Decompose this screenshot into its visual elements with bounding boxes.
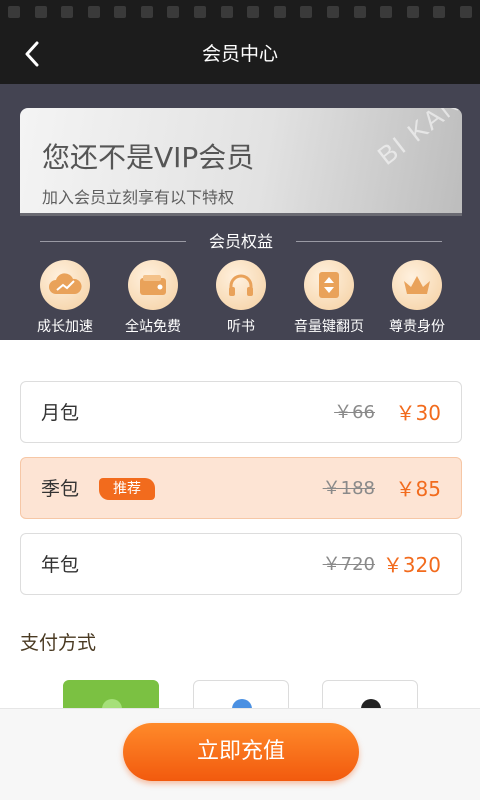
payment-method-title: 支付方式 bbox=[20, 632, 97, 654]
wechat-pay-option[interactable] bbox=[63, 680, 159, 710]
plan-price: ￥85 bbox=[395, 477, 441, 501]
benefit-label: 全站免费 bbox=[125, 319, 181, 335]
benefit-free[interactable]: 全站免费 bbox=[108, 260, 198, 336]
benefit-label: 成长加速 bbox=[37, 319, 93, 335]
benefit-label: 尊贵身份 bbox=[389, 319, 445, 335]
benefits-heading: 会员权益 bbox=[40, 230, 442, 254]
recharge-button[interactable]: 立即充值 bbox=[123, 723, 359, 781]
bottom-action-bar: 立即充值 bbox=[0, 708, 480, 800]
benefit-honor[interactable]: 尊贵身份 bbox=[372, 260, 462, 336]
vip-card: BI KAN 您还不是VIP会员 加入会员立刻享有以下特权 bbox=[20, 108, 462, 216]
alipay-option[interactable] bbox=[193, 680, 289, 710]
plan-price: ￥320 bbox=[382, 553, 441, 577]
plan-price: ￥30 bbox=[395, 401, 441, 425]
payment-methods bbox=[0, 680, 480, 710]
plan-name: 季包 bbox=[41, 478, 80, 500]
benefit-label: 听书 bbox=[227, 319, 255, 335]
plan-original-price: ￥188 bbox=[322, 478, 375, 499]
benefit-volume-page[interactable]: 音量键翻页 bbox=[284, 260, 374, 336]
page-title: 会员中心 bbox=[201, 43, 278, 65]
plan-name: 月包 bbox=[41, 402, 80, 424]
volume-page-icon bbox=[304, 260, 354, 310]
chevron-left-icon bbox=[25, 41, 39, 67]
benefit-audiobook[interactable]: 听书 bbox=[196, 260, 286, 336]
vip-watermark: BI KAN bbox=[371, 108, 462, 171]
headphones-icon bbox=[216, 260, 266, 310]
status-icons bbox=[8, 6, 472, 18]
benefits-heading-label: 会员权益 bbox=[208, 232, 273, 251]
recommend-badge: 推荐 bbox=[99, 478, 155, 500]
other-pay-option[interactable] bbox=[322, 680, 418, 710]
plan-yearly[interactable]: 年包 ￥720 ￥320 bbox=[20, 533, 462, 595]
benefits-list: 成长加速 全站免费 听书 音量键翻页 尊贵身份 bbox=[20, 260, 462, 335]
divider bbox=[296, 241, 442, 242]
benefit-growth[interactable]: 成长加速 bbox=[20, 260, 110, 336]
plan-name: 年包 bbox=[41, 554, 80, 576]
benefit-label: 音量键翻页 bbox=[294, 319, 364, 335]
title-bar: 会员中心 bbox=[0, 24, 480, 84]
wallet-icon bbox=[128, 260, 178, 310]
plan-original-price: ￥720 bbox=[322, 554, 375, 575]
member-hero: BI KAN 您还不是VIP会员 加入会员立刻享有以下特权 会员权益 成长加速 … bbox=[0, 84, 480, 340]
vip-status-subtitle: 加入会员立刻享有以下特权 bbox=[42, 188, 235, 207]
plan-original-price: ￥66 bbox=[334, 402, 375, 423]
plan-quarterly[interactable]: 季包 推荐 ￥188 ￥85 bbox=[20, 457, 462, 519]
status-bar bbox=[0, 0, 480, 24]
plan-monthly[interactable]: 月包 ￥66 ￥30 bbox=[20, 381, 462, 443]
growth-cloud-icon bbox=[40, 260, 90, 310]
vip-status-title: 您还不是VIP会员 bbox=[42, 141, 255, 174]
back-button[interactable] bbox=[12, 34, 52, 74]
crown-icon bbox=[392, 260, 442, 310]
